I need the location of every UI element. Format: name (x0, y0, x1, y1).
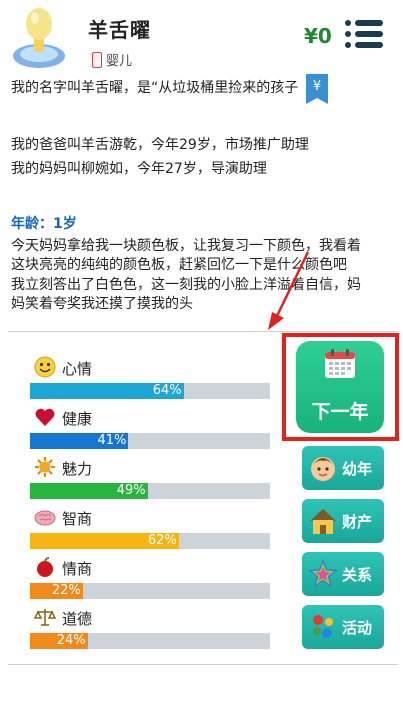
stat-eq: 情商 22% (28, 556, 278, 606)
stat-fill: 41% (30, 433, 129, 449)
stat-iq: 智商 62% (28, 506, 278, 556)
activities-label: 活动 (342, 619, 373, 637)
life-stage-label: 婴儿 (106, 54, 133, 69)
story-line: 妈笑着夸奖我还摸了摸我的头 (11, 296, 193, 312)
scales-icon (34, 609, 56, 626)
stat-label: 智商 (62, 510, 93, 528)
menu-dot (345, 20, 351, 26)
story-line: 我的爸爸叫羊舌游乾，今年29岁，市场推广助理 (11, 137, 309, 153)
activity-dots-icon (313, 615, 333, 638)
stat-mood: 心情 64% (28, 356, 278, 406)
relations-label: 关系 (342, 566, 373, 584)
stat-label: 情商 (62, 560, 93, 578)
menu-line (355, 20, 383, 26)
house-icon (310, 509, 336, 534)
money-balance: ¥0 (304, 24, 332, 48)
stat-label: 道德 (62, 610, 93, 628)
header-bar: 羊舌曜 婴儿 ¥0 (0, 0, 403, 74)
childhood-label: 幼年 (342, 460, 373, 478)
child-name: 羊舌曜 (88, 18, 151, 42)
age-label: 年龄：1岁 (11, 216, 77, 232)
stat-fill: 62% (30, 533, 179, 549)
menu-dot (345, 31, 351, 37)
pacifier-icon[interactable] (10, 4, 68, 70)
stat-bar: 62% (30, 533, 270, 549)
hamburger-menu-icon[interactable] (345, 16, 383, 52)
stat-health: 健康 41% (28, 406, 278, 456)
stat-percent: 62% (147, 533, 177, 548)
sun-icon (35, 457, 55, 477)
stat-label: 健康 (62, 410, 93, 428)
stat-charm: 魅力 49% (28, 456, 278, 506)
stat-fill: 49% (30, 483, 148, 499)
stat-percent: 41% (97, 433, 127, 448)
stat-percent: 64% (152, 383, 182, 398)
stat-label: 魅力 (62, 460, 93, 478)
stat-fill: 24% (30, 633, 88, 649)
story-line: 我的妈妈叫柳婉如，今年27岁，导演助理 (11, 161, 267, 177)
relations-button[interactable]: 关系 (302, 552, 384, 596)
baby-face-icon (311, 457, 335, 481)
menu-line (355, 31, 383, 37)
menu-dot (345, 42, 351, 48)
stat-bar: 24% (30, 633, 270, 649)
stat-fill: 64% (30, 383, 184, 399)
story-line: 我的名字叫羊舌曜，是“从垃圾桶里捡来的孩子 (11, 80, 299, 96)
divider (8, 664, 398, 665)
property-label: 财产 (342, 513, 373, 531)
next-year-label: 下一年 (311, 401, 369, 423)
property-button[interactable]: 财产 (302, 499, 384, 543)
story-line: 这块亮亮的纯纯的颜色板，赶紧回忆一下是什么颜色吧 (11, 257, 347, 273)
stat-percent: 24% (56, 633, 86, 648)
story-line: 我立刻答出了白色色，这一刻我的小脸上洋溢着自信，妈 (11, 277, 361, 293)
smiley-face-icon (34, 356, 56, 378)
stat-bar: 41% (30, 433, 270, 449)
calendar-icon (325, 349, 355, 378)
stat-bar: 49% (30, 483, 270, 499)
stat-bar: 64% (30, 383, 270, 399)
brain-icon (34, 510, 56, 526)
childhood-button[interactable]: 幼年 (302, 446, 384, 490)
apple-icon (37, 557, 53, 577)
activities-button[interactable]: 活动 (302, 605, 384, 649)
menu-line (355, 42, 383, 48)
divider (8, 331, 398, 332)
stat-morality: 道德 24% (28, 606, 278, 656)
stat-label: 心情 (62, 360, 93, 378)
story-log[interactable]: 我的名字叫羊舌曜，是“从垃圾桶里捡来的孩子 我的爸爸叫羊舌游乾，今年29岁，市场… (0, 74, 403, 332)
life-stage: 婴儿 (92, 50, 132, 69)
stat-percent: 49% (116, 483, 146, 498)
star-icon (308, 559, 338, 588)
baby-bottle-icon (92, 51, 102, 68)
stat-bar: 22% (30, 583, 270, 599)
story-line: 今天妈妈拿给我一块颜色板，让我复习一下颜色，我看着 (11, 238, 361, 254)
stat-percent: 22% (51, 583, 81, 598)
stat-fill: 22% (30, 583, 83, 599)
next-year-button[interactable]: 下一年 (296, 341, 384, 433)
heart-icon (35, 408, 55, 426)
